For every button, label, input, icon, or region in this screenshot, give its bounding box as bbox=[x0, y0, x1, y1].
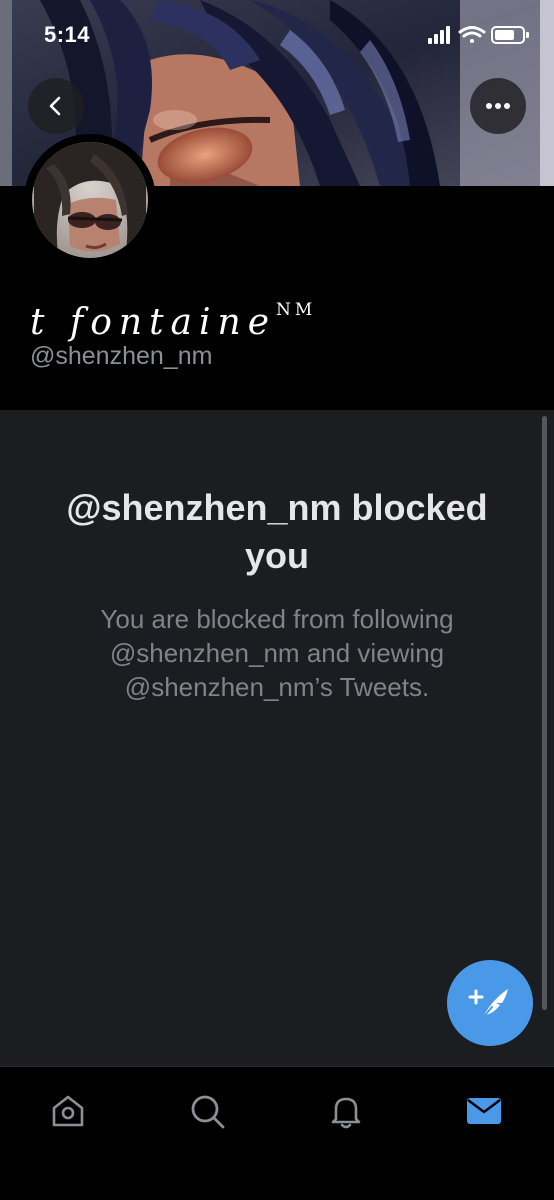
profile-screen: 5:14 t fontaineNM @shenzhen_nm @shenzhen… bbox=[0, 0, 554, 1200]
signal-icon bbox=[428, 26, 450, 44]
tab-messages[interactable] bbox=[462, 1089, 506, 1133]
status-bar: 5:14 bbox=[0, 0, 554, 66]
display-name-text: t fontaine bbox=[30, 302, 277, 343]
display-name: t fontaineNM bbox=[30, 286, 530, 347]
mail-icon bbox=[467, 1098, 501, 1124]
tab-home[interactable] bbox=[46, 1089, 90, 1133]
tab-search[interactable] bbox=[185, 1089, 229, 1133]
status-time: 5:14 bbox=[44, 22, 91, 47]
home-icon bbox=[52, 1095, 84, 1127]
compose-tweet-icon bbox=[468, 989, 508, 1020]
blocked-panel: @shenzhen_nm blocked you You are blocked… bbox=[0, 410, 554, 1066]
avatar-photo bbox=[24, 134, 156, 266]
avatar[interactable] bbox=[24, 134, 156, 266]
compose-tweet-button[interactable] bbox=[447, 960, 533, 1046]
profile-handle: @shenzhen_nm bbox=[30, 342, 213, 370]
battery-icon bbox=[491, 26, 529, 44]
blocked-title: @shenzhen_nm blocked you bbox=[66, 487, 488, 576]
more-horizontal-icon bbox=[486, 103, 510, 109]
bottom-tab-bar bbox=[0, 1066, 554, 1200]
more-options-button[interactable] bbox=[470, 78, 526, 134]
back-button[interactable] bbox=[28, 78, 84, 134]
status-icons bbox=[428, 26, 529, 44]
search-icon bbox=[191, 1095, 225, 1129]
tab-notifications[interactable] bbox=[324, 1089, 368, 1133]
chevron-left-icon bbox=[49, 96, 61, 116]
display-name-superscript: NM bbox=[276, 300, 317, 320]
blocked-description: You are blocked from following @shenzhen… bbox=[100, 604, 454, 702]
scrollbar[interactable] bbox=[542, 416, 547, 1010]
bell-icon bbox=[331, 1097, 361, 1129]
wifi-icon bbox=[458, 26, 486, 43]
